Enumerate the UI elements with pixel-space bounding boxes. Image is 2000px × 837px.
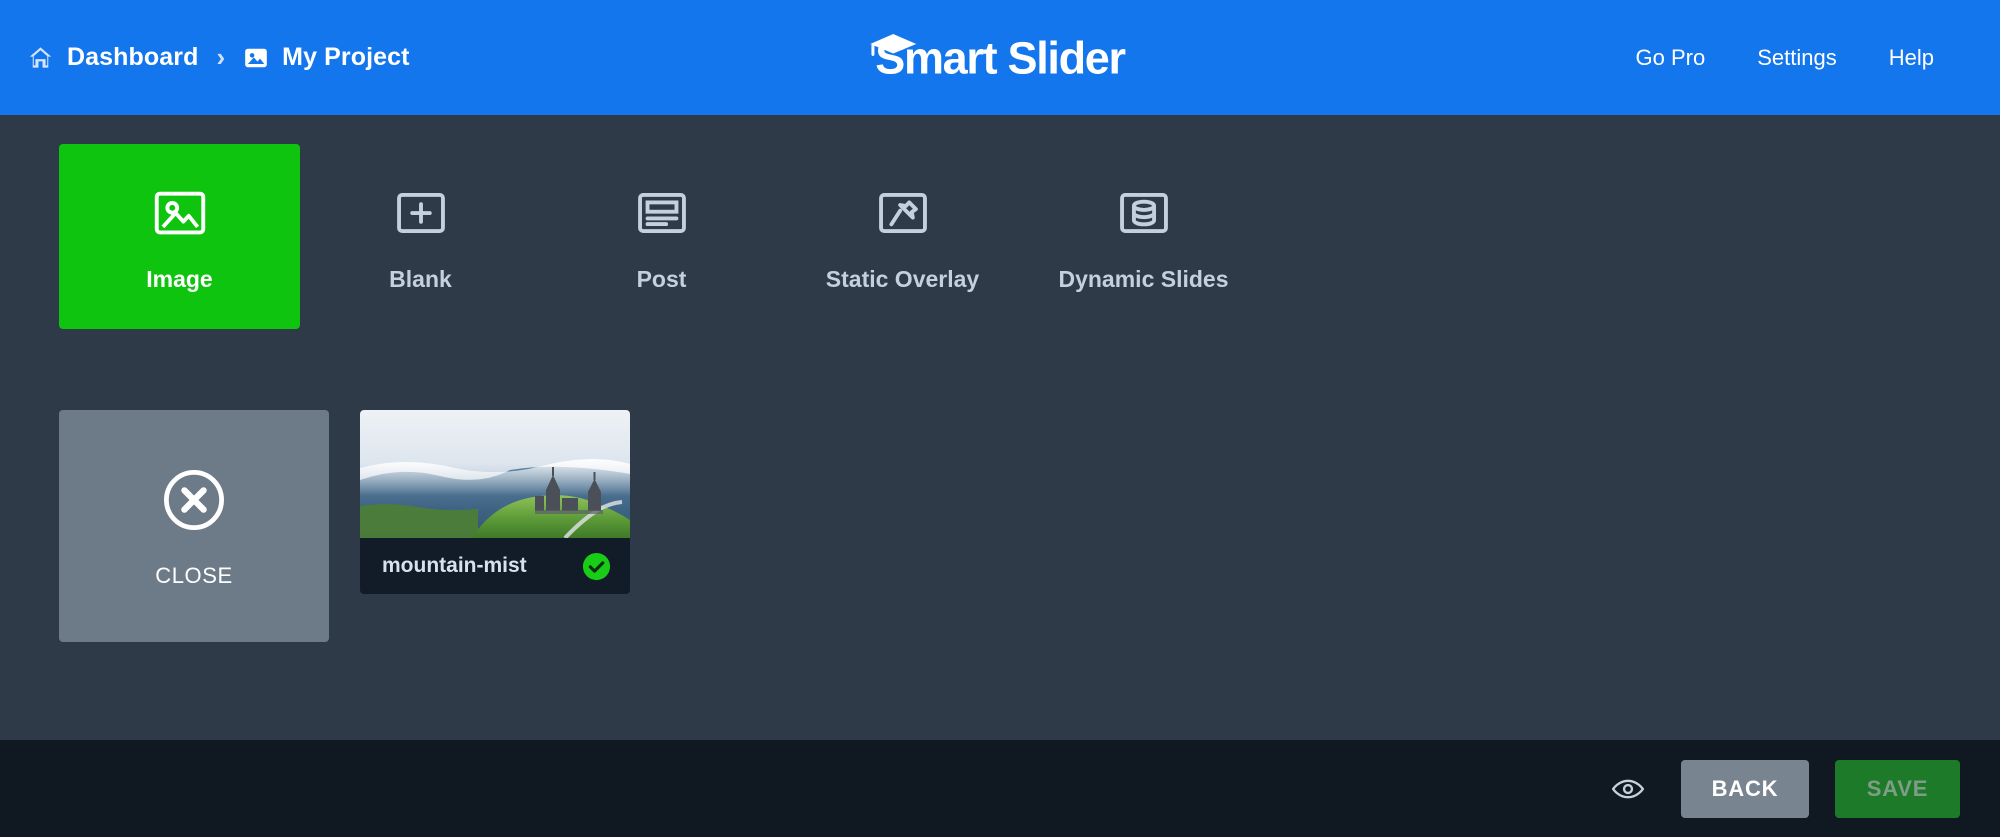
slide-type-label-post: Post <box>636 266 687 292</box>
breadcrumb: Dashboard › My Project <box>27 42 410 73</box>
slide-type-static-overlay[interactable]: Static Overlay <box>782 144 1023 329</box>
slide-thumbnail <box>360 410 630 538</box>
graduation-cap-icon <box>866 30 922 60</box>
top-header-bar: Dashboard › My Project Smart Slider Go P… <box>0 0 2000 115</box>
image-icon <box>149 180 211 246</box>
app-logo[interactable]: Smart Slider <box>870 33 1126 80</box>
database-icon <box>1113 180 1175 246</box>
slide-type-post[interactable]: Post <box>541 144 782 329</box>
header-nav: Go Pro Settings Help <box>1610 35 1960 81</box>
slide-type-label-dynamic-slides: Dynamic Slides <box>1058 266 1229 292</box>
back-button[interactable]: BACK <box>1681 759 1809 818</box>
breadcrumb-item-project[interactable]: My Project <box>243 43 409 72</box>
slide-type-selector: Image Blank Post Static Overlay Dynamic … <box>0 115 2000 329</box>
post-icon <box>631 180 693 246</box>
image-icon <box>243 45 269 71</box>
home-icon <box>27 44 54 71</box>
slide-type-image[interactable]: Image <box>59 144 300 329</box>
plus-icon <box>390 180 452 246</box>
pushpin-icon <box>872 180 934 246</box>
slide-type-label-blank: Blank <box>389 266 452 292</box>
nav-link-settings[interactable]: Settings <box>1731 35 1863 81</box>
close-tile[interactable]: CLOSE <box>59 410 329 642</box>
eye-icon[interactable] <box>1601 762 1655 816</box>
save-button[interactable]: SAVE <box>1835 759 1960 818</box>
slide-type-blank[interactable]: Blank <box>300 144 541 329</box>
slide-type-label-image: Image <box>146 266 213 292</box>
footer-bar: BACK SAVE <box>0 740 2000 837</box>
app-window: Dashboard › My Project Smart Slider Go P… <box>0 0 2000 837</box>
chevron-right-icon: › <box>216 42 226 72</box>
nav-link-go-pro[interactable]: Go Pro <box>1610 35 1732 81</box>
close-circle-icon <box>158 464 230 536</box>
breadcrumb-label-project: My Project <box>282 43 410 71</box>
check-circle-icon[interactable] <box>581 551 612 582</box>
close-tile-label: CLOSE <box>155 562 233 588</box>
slides-list: CLOSE mountain-mist <box>0 410 2000 642</box>
slide-card-meta: mountain-mist <box>360 538 630 594</box>
breadcrumb-item-dashboard[interactable]: Dashboard <box>27 43 198 72</box>
slide-type-dynamic-slides[interactable]: Dynamic Slides <box>1023 144 1264 329</box>
nav-link-help[interactable]: Help <box>1863 35 1960 81</box>
slide-title: mountain-mist <box>382 554 527 577</box>
slide-card[interactable]: mountain-mist <box>360 410 630 594</box>
main-content: Image Blank Post Static Overlay Dynamic … <box>0 115 2000 740</box>
slide-type-label-static-overlay: Static Overlay <box>825 266 980 292</box>
breadcrumb-label-dashboard: Dashboard <box>67 43 199 71</box>
